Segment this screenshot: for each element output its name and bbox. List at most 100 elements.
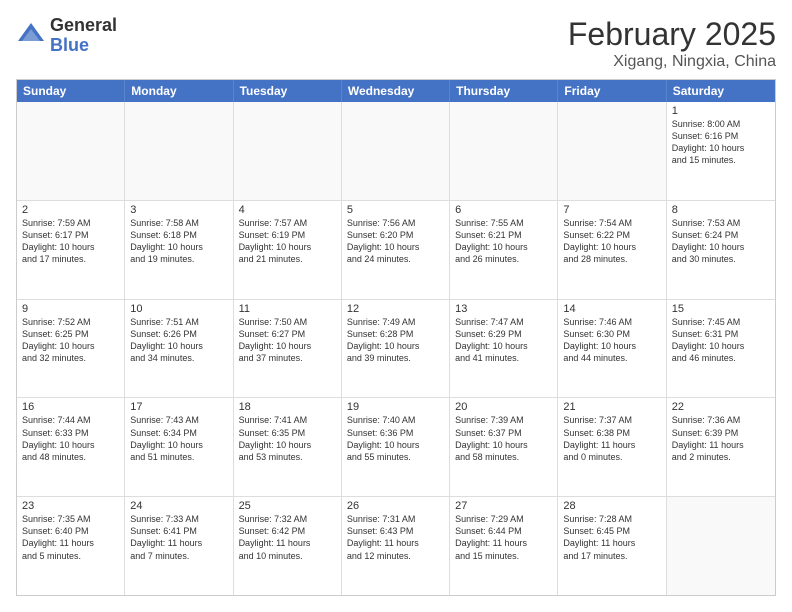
day-number: 24 bbox=[130, 500, 227, 512]
day-number: 16 bbox=[22, 401, 119, 413]
header-cell-monday: Monday bbox=[125, 80, 233, 102]
page-header: General Blue February 2025 Xigang, Ningx… bbox=[16, 16, 776, 71]
day-number: 13 bbox=[455, 303, 552, 315]
day-info: Sunrise: 7:36 AM Sunset: 6:39 PM Dayligh… bbox=[672, 414, 770, 463]
day-info: Sunrise: 7:35 AM Sunset: 6:40 PM Dayligh… bbox=[22, 513, 119, 562]
calendar-cell: 3Sunrise: 7:58 AM Sunset: 6:18 PM Daylig… bbox=[125, 201, 233, 299]
calendar-cell: 19Sunrise: 7:40 AM Sunset: 6:36 PM Dayli… bbox=[342, 398, 450, 496]
calendar-cell bbox=[667, 497, 775, 595]
day-info: Sunrise: 7:44 AM Sunset: 6:33 PM Dayligh… bbox=[22, 414, 119, 463]
calendar-cell: 25Sunrise: 7:32 AM Sunset: 6:42 PM Dayli… bbox=[234, 497, 342, 595]
calendar-page: General Blue February 2025 Xigang, Ningx… bbox=[0, 0, 792, 612]
day-number: 4 bbox=[239, 204, 336, 216]
calendar-week-2: 2Sunrise: 7:59 AM Sunset: 6:17 PM Daylig… bbox=[17, 200, 775, 299]
logo-icon bbox=[16, 21, 46, 51]
day-number: 19 bbox=[347, 401, 444, 413]
day-info: Sunrise: 7:32 AM Sunset: 6:42 PM Dayligh… bbox=[239, 513, 336, 562]
calendar-week-5: 23Sunrise: 7:35 AM Sunset: 6:40 PM Dayli… bbox=[17, 496, 775, 595]
day-info: Sunrise: 7:41 AM Sunset: 6:35 PM Dayligh… bbox=[239, 414, 336, 463]
calendar-cell: 14Sunrise: 7:46 AM Sunset: 6:30 PM Dayli… bbox=[558, 300, 666, 398]
calendar-cell: 20Sunrise: 7:39 AM Sunset: 6:37 PM Dayli… bbox=[450, 398, 558, 496]
calendar-cell bbox=[125, 102, 233, 200]
day-info: Sunrise: 7:37 AM Sunset: 6:38 PM Dayligh… bbox=[563, 414, 660, 463]
calendar-header: SundayMondayTuesdayWednesdayThursdayFrid… bbox=[17, 80, 775, 102]
day-number: 2 bbox=[22, 204, 119, 216]
day-number: 12 bbox=[347, 303, 444, 315]
logo-blue: Blue bbox=[50, 36, 117, 56]
day-info: Sunrise: 7:51 AM Sunset: 6:26 PM Dayligh… bbox=[130, 316, 227, 365]
calendar-cell bbox=[450, 102, 558, 200]
day-info: Sunrise: 7:47 AM Sunset: 6:29 PM Dayligh… bbox=[455, 316, 552, 365]
calendar-cell: 5Sunrise: 7:56 AM Sunset: 6:20 PM Daylig… bbox=[342, 201, 450, 299]
header-cell-wednesday: Wednesday bbox=[342, 80, 450, 102]
day-number: 10 bbox=[130, 303, 227, 315]
day-info: Sunrise: 7:49 AM Sunset: 6:28 PM Dayligh… bbox=[347, 316, 444, 365]
day-info: Sunrise: 7:28 AM Sunset: 6:45 PM Dayligh… bbox=[563, 513, 660, 562]
calendar-cell: 18Sunrise: 7:41 AM Sunset: 6:35 PM Dayli… bbox=[234, 398, 342, 496]
calendar-cell: 17Sunrise: 7:43 AM Sunset: 6:34 PM Dayli… bbox=[125, 398, 233, 496]
day-number: 6 bbox=[455, 204, 552, 216]
day-number: 8 bbox=[672, 204, 770, 216]
logo-text: General Blue bbox=[50, 16, 117, 56]
header-cell-saturday: Saturday bbox=[667, 80, 775, 102]
location-title: Xigang, Ningxia, China bbox=[568, 53, 776, 71]
calendar-cell: 8Sunrise: 7:53 AM Sunset: 6:24 PM Daylig… bbox=[667, 201, 775, 299]
header-cell-sunday: Sunday bbox=[17, 80, 125, 102]
calendar-cell: 7Sunrise: 7:54 AM Sunset: 6:22 PM Daylig… bbox=[558, 201, 666, 299]
day-number: 3 bbox=[130, 204, 227, 216]
calendar-cell: 11Sunrise: 7:50 AM Sunset: 6:27 PM Dayli… bbox=[234, 300, 342, 398]
day-info: Sunrise: 7:56 AM Sunset: 6:20 PM Dayligh… bbox=[347, 217, 444, 266]
calendar-cell: 2Sunrise: 7:59 AM Sunset: 6:17 PM Daylig… bbox=[17, 201, 125, 299]
day-info: Sunrise: 7:54 AM Sunset: 6:22 PM Dayligh… bbox=[563, 217, 660, 266]
day-info: Sunrise: 7:50 AM Sunset: 6:27 PM Dayligh… bbox=[239, 316, 336, 365]
day-number: 18 bbox=[239, 401, 336, 413]
day-info: Sunrise: 7:40 AM Sunset: 6:36 PM Dayligh… bbox=[347, 414, 444, 463]
calendar-cell: 6Sunrise: 7:55 AM Sunset: 6:21 PM Daylig… bbox=[450, 201, 558, 299]
day-number: 15 bbox=[672, 303, 770, 315]
calendar-cell: 23Sunrise: 7:35 AM Sunset: 6:40 PM Dayli… bbox=[17, 497, 125, 595]
calendar-cell: 21Sunrise: 7:37 AM Sunset: 6:38 PM Dayli… bbox=[558, 398, 666, 496]
day-number: 5 bbox=[347, 204, 444, 216]
day-info: Sunrise: 7:58 AM Sunset: 6:18 PM Dayligh… bbox=[130, 217, 227, 266]
calendar-cell: 10Sunrise: 7:51 AM Sunset: 6:26 PM Dayli… bbox=[125, 300, 233, 398]
calendar-cell bbox=[234, 102, 342, 200]
day-info: Sunrise: 7:59 AM Sunset: 6:17 PM Dayligh… bbox=[22, 217, 119, 266]
day-info: Sunrise: 7:55 AM Sunset: 6:21 PM Dayligh… bbox=[455, 217, 552, 266]
day-info: Sunrise: 7:33 AM Sunset: 6:41 PM Dayligh… bbox=[130, 513, 227, 562]
calendar-cell: 1Sunrise: 8:00 AM Sunset: 6:16 PM Daylig… bbox=[667, 102, 775, 200]
day-info: Sunrise: 7:53 AM Sunset: 6:24 PM Dayligh… bbox=[672, 217, 770, 266]
header-cell-tuesday: Tuesday bbox=[234, 80, 342, 102]
header-cell-friday: Friday bbox=[558, 80, 666, 102]
day-number: 26 bbox=[347, 500, 444, 512]
calendar-body: 1Sunrise: 8:00 AM Sunset: 6:16 PM Daylig… bbox=[17, 102, 775, 595]
calendar-cell: 12Sunrise: 7:49 AM Sunset: 6:28 PM Dayli… bbox=[342, 300, 450, 398]
month-title: February 2025 bbox=[568, 16, 776, 53]
header-cell-thursday: Thursday bbox=[450, 80, 558, 102]
day-number: 14 bbox=[563, 303, 660, 315]
day-number: 27 bbox=[455, 500, 552, 512]
calendar-week-4: 16Sunrise: 7:44 AM Sunset: 6:33 PM Dayli… bbox=[17, 397, 775, 496]
day-number: 20 bbox=[455, 401, 552, 413]
day-info: Sunrise: 7:45 AM Sunset: 6:31 PM Dayligh… bbox=[672, 316, 770, 365]
calendar-cell: 9Sunrise: 7:52 AM Sunset: 6:25 PM Daylig… bbox=[17, 300, 125, 398]
day-info: Sunrise: 7:46 AM Sunset: 6:30 PM Dayligh… bbox=[563, 316, 660, 365]
calendar-cell bbox=[342, 102, 450, 200]
calendar-cell: 26Sunrise: 7:31 AM Sunset: 6:43 PM Dayli… bbox=[342, 497, 450, 595]
day-number: 25 bbox=[239, 500, 336, 512]
day-info: Sunrise: 7:31 AM Sunset: 6:43 PM Dayligh… bbox=[347, 513, 444, 562]
calendar-cell bbox=[558, 102, 666, 200]
calendar-cell: 13Sunrise: 7:47 AM Sunset: 6:29 PM Dayli… bbox=[450, 300, 558, 398]
day-info: Sunrise: 7:52 AM Sunset: 6:25 PM Dayligh… bbox=[22, 316, 119, 365]
logo-general: General bbox=[50, 16, 117, 36]
day-number: 22 bbox=[672, 401, 770, 413]
calendar-cell: 22Sunrise: 7:36 AM Sunset: 6:39 PM Dayli… bbox=[667, 398, 775, 496]
day-info: Sunrise: 7:57 AM Sunset: 6:19 PM Dayligh… bbox=[239, 217, 336, 266]
logo: General Blue bbox=[16, 16, 117, 56]
day-number: 23 bbox=[22, 500, 119, 512]
calendar-cell: 15Sunrise: 7:45 AM Sunset: 6:31 PM Dayli… bbox=[667, 300, 775, 398]
day-number: 28 bbox=[563, 500, 660, 512]
calendar-cell: 16Sunrise: 7:44 AM Sunset: 6:33 PM Dayli… bbox=[17, 398, 125, 496]
calendar-cell: 24Sunrise: 7:33 AM Sunset: 6:41 PM Dayli… bbox=[125, 497, 233, 595]
day-info: Sunrise: 7:39 AM Sunset: 6:37 PM Dayligh… bbox=[455, 414, 552, 463]
calendar-cell: 28Sunrise: 7:28 AM Sunset: 6:45 PM Dayli… bbox=[558, 497, 666, 595]
